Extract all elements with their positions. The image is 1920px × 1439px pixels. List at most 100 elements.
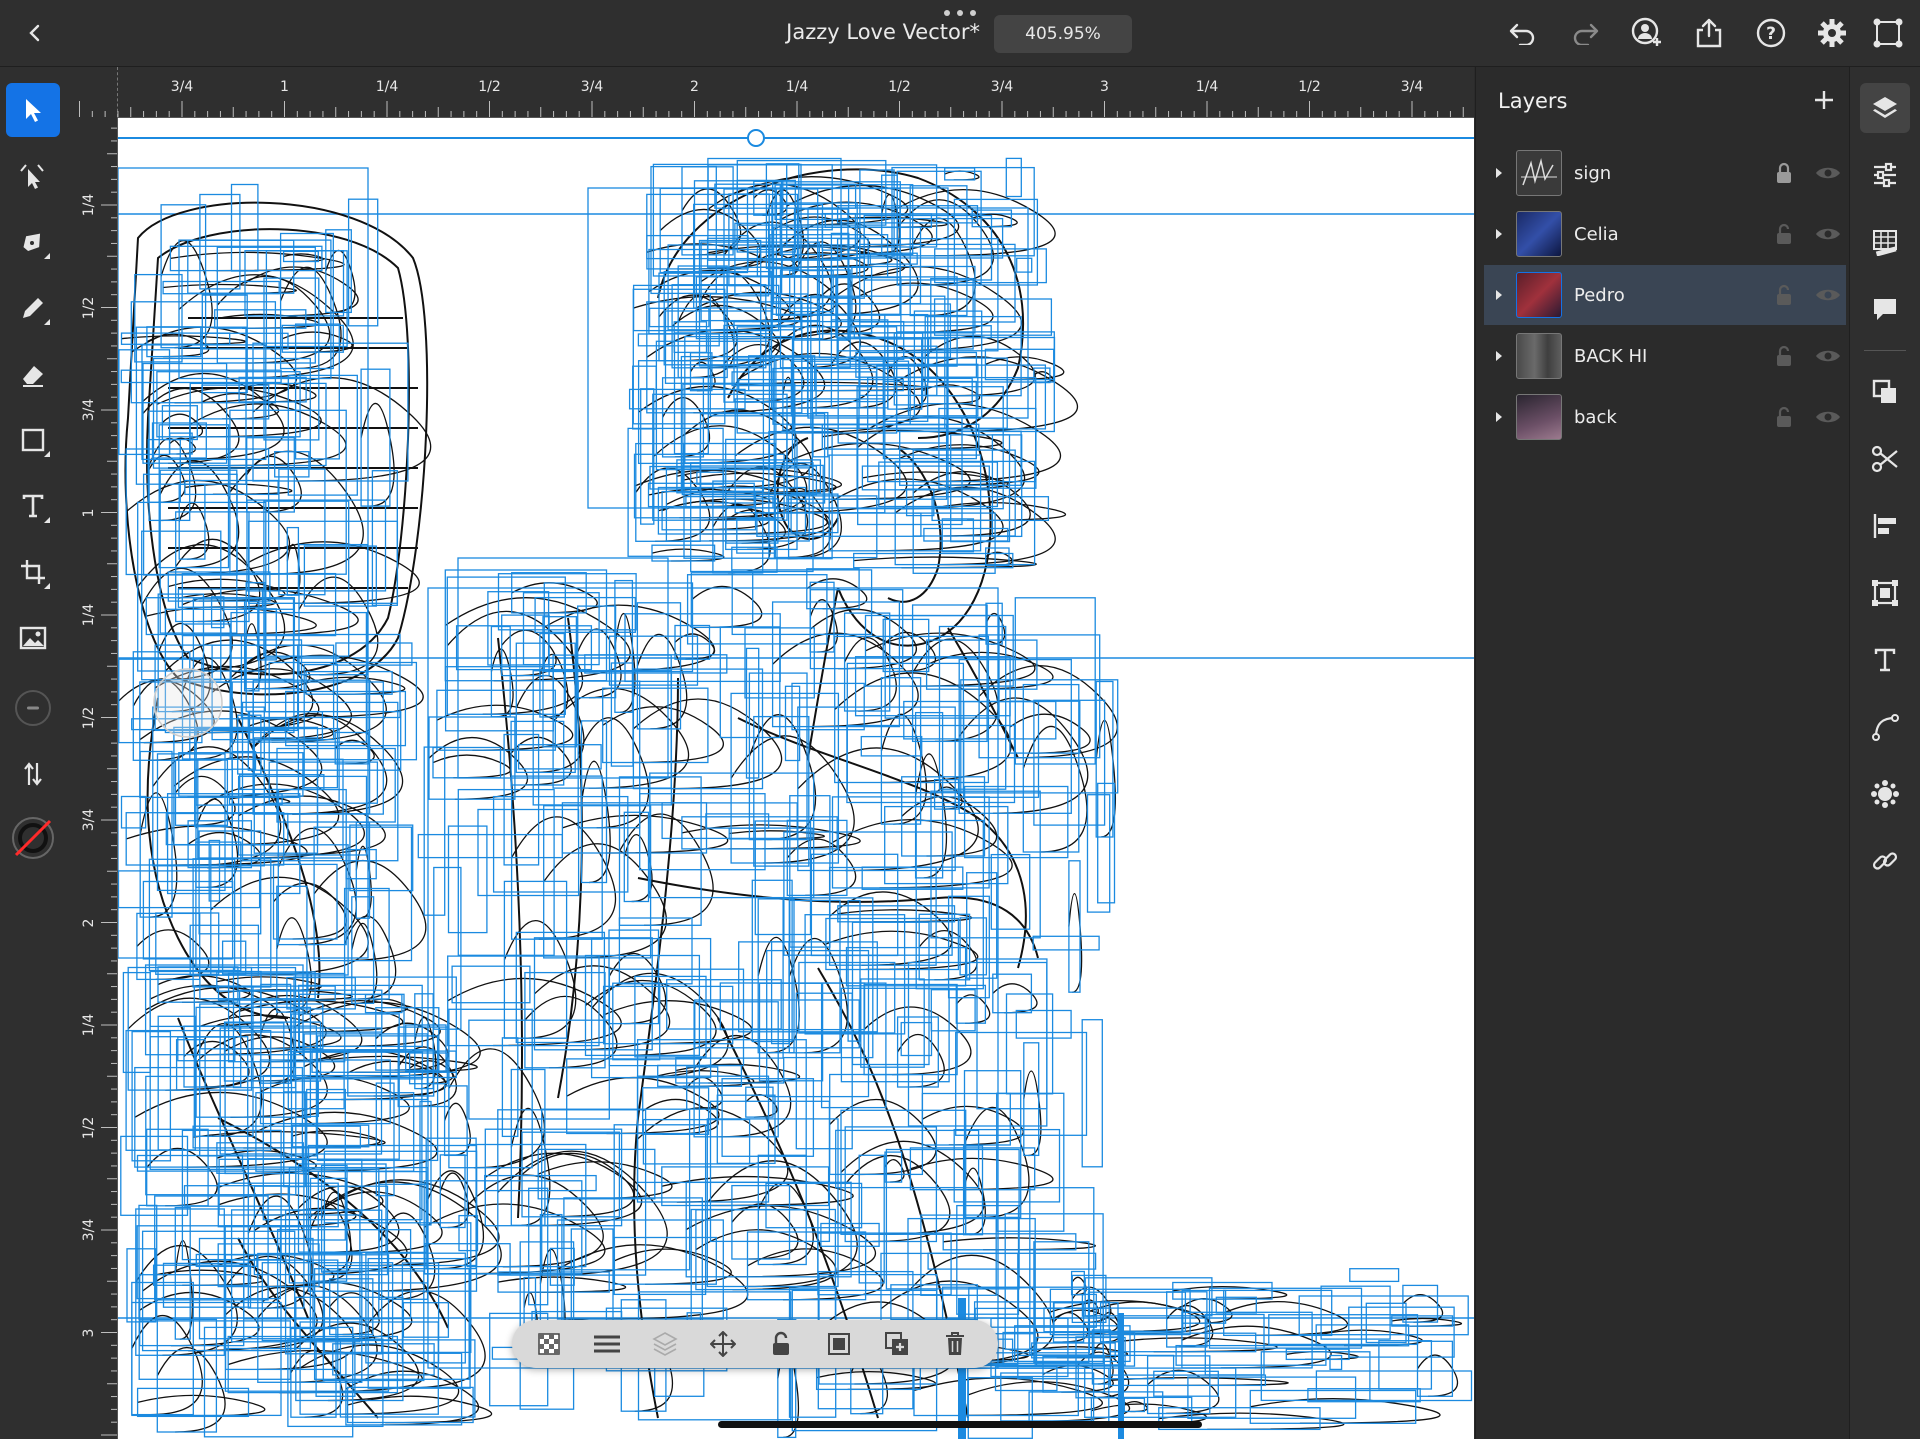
vector-artwork[interactable] xyxy=(118,118,1474,1439)
ruler-label: 3/4 xyxy=(990,79,1014,95)
menu-button[interactable] xyxy=(592,1329,622,1359)
invite-button[interactable] xyxy=(1628,14,1666,52)
expand-chevron-icon[interactable] xyxy=(1484,227,1514,241)
ruler-label: 3/4 xyxy=(81,808,97,832)
fill-stroke-color[interactable] xyxy=(6,811,60,865)
cut-button[interactable] xyxy=(1860,434,1910,484)
stroke-width-control[interactable] xyxy=(6,681,60,735)
expand-chevron-icon[interactable] xyxy=(1484,288,1514,302)
share-button[interactable] xyxy=(1690,14,1728,52)
ruler-label: 2 xyxy=(690,79,699,95)
eraser-icon xyxy=(23,366,43,387)
layer-thumbnail xyxy=(1516,333,1562,379)
link-button[interactable] xyxy=(1860,836,1910,886)
unlock-icon[interactable] xyxy=(1772,405,1796,429)
layer-row-sign[interactable]: sign xyxy=(1484,143,1846,203)
properties-icon xyxy=(1874,162,1896,188)
visibility-eye-icon[interactable] xyxy=(1814,283,1842,307)
ruler-label: 1/2 xyxy=(888,79,911,95)
touch-shortcut-button[interactable] xyxy=(1869,14,1907,52)
combine-shapes-button[interactable] xyxy=(1860,367,1910,417)
help-button[interactable]: ? xyxy=(1752,14,1790,52)
eraser-tool[interactable] xyxy=(6,347,60,401)
layer-name: BACK HI xyxy=(1574,345,1648,367)
share-icon xyxy=(1696,18,1722,48)
mask-button[interactable] xyxy=(824,1329,854,1359)
pen-tool[interactable] xyxy=(6,215,60,269)
image-icon xyxy=(19,626,47,650)
layer-name: Pedro xyxy=(1574,284,1625,306)
comments-icon xyxy=(1874,299,1896,320)
text-tool[interactable] xyxy=(6,479,60,533)
grids-button[interactable] xyxy=(1860,217,1910,267)
select-tool[interactable] xyxy=(6,83,60,137)
rectangle-icon xyxy=(21,428,45,452)
repeat-grid-icon xyxy=(1872,580,1898,606)
align-button[interactable] xyxy=(1860,501,1910,551)
visibility-eye-icon[interactable] xyxy=(1814,161,1842,185)
help-icon: ? xyxy=(1756,18,1786,48)
layer-thumbnail xyxy=(1516,150,1562,196)
comments-button[interactable] xyxy=(1860,284,1910,334)
pencil-tool[interactable] xyxy=(6,281,60,335)
visibility-eye-icon[interactable] xyxy=(1814,405,1842,429)
ruler-label: 3/4 xyxy=(1400,79,1424,95)
touch-shortcut-icon xyxy=(1873,18,1903,48)
unlock-icon[interactable] xyxy=(1772,283,1796,307)
ruler-label: 3/4 xyxy=(170,79,194,95)
path-button[interactable] xyxy=(1860,702,1910,752)
unlock-icon[interactable] xyxy=(1772,344,1796,368)
expand-chevron-icon[interactable] xyxy=(1484,349,1514,363)
ruler-label: 1/4 xyxy=(81,1013,97,1037)
swap-fill-stroke[interactable] xyxy=(6,747,60,801)
layers-icon xyxy=(1873,97,1897,118)
delete-button[interactable] xyxy=(940,1329,970,1359)
layer-row-back[interactable]: back xyxy=(1484,387,1846,447)
undo-button[interactable] xyxy=(1504,14,1542,52)
layer-thumbnail xyxy=(1516,394,1562,440)
transform-button[interactable] xyxy=(1860,769,1910,819)
visibility-eye-icon[interactable] xyxy=(1814,344,1842,368)
expand-chevron-icon[interactable] xyxy=(1484,410,1514,424)
ruler-label: 3 xyxy=(81,1328,97,1337)
duplicate-button[interactable] xyxy=(882,1329,912,1359)
unlock-icon xyxy=(773,1331,789,1355)
unlock-icon[interactable] xyxy=(1772,222,1796,246)
settings-icon xyxy=(1818,19,1846,47)
settings-button[interactable] xyxy=(1813,14,1851,52)
layer-row-celia[interactable]: Celia xyxy=(1484,204,1846,264)
visibility-eye-icon[interactable] xyxy=(1814,222,1842,246)
redo-button[interactable] xyxy=(1566,14,1604,52)
rotation-handle xyxy=(747,129,765,147)
plus-icon xyxy=(1815,91,1833,109)
transparency-button[interactable] xyxy=(534,1329,564,1359)
shape-tool[interactable] xyxy=(6,413,60,467)
redo-icon xyxy=(1573,23,1599,45)
undo-icon xyxy=(1509,23,1535,45)
layer-row-back-hi[interactable]: BACK HI xyxy=(1484,326,1846,386)
document-title[interactable]: Jazzy Love Vector* xyxy=(760,20,980,44)
layer-row-pedro[interactable]: Pedro xyxy=(1484,265,1846,325)
lock-icon[interactable] xyxy=(1772,161,1796,185)
node-tool[interactable] xyxy=(6,149,60,203)
selection-context-bar xyxy=(512,1320,998,1368)
ruler-label: 1/4 xyxy=(81,193,97,217)
arrange-button[interactable] xyxy=(650,1329,680,1359)
expand-chevron-icon[interactable] xyxy=(1484,166,1514,180)
stroke-width-icon xyxy=(15,690,51,726)
properties-button[interactable] xyxy=(1860,150,1910,200)
artboard-canvas[interactable] xyxy=(118,118,1474,1439)
zoom-level[interactable]: 405.95% xyxy=(994,15,1132,53)
more-dots-icon[interactable] xyxy=(944,10,976,20)
align-left-icon xyxy=(1873,514,1896,538)
type-options-button[interactable] xyxy=(1860,635,1910,685)
add-layer-button[interactable] xyxy=(1805,81,1843,119)
crop-tool[interactable] xyxy=(6,545,60,599)
repeat-grid-button[interactable] xyxy=(1860,568,1910,618)
lock-selection-button[interactable] xyxy=(766,1329,796,1359)
back-button[interactable] xyxy=(18,16,52,50)
move-button[interactable] xyxy=(708,1329,738,1359)
ruler-label: 3 xyxy=(1100,79,1109,95)
layers-panel-button[interactable] xyxy=(1860,83,1910,133)
image-tool[interactable] xyxy=(6,611,60,665)
